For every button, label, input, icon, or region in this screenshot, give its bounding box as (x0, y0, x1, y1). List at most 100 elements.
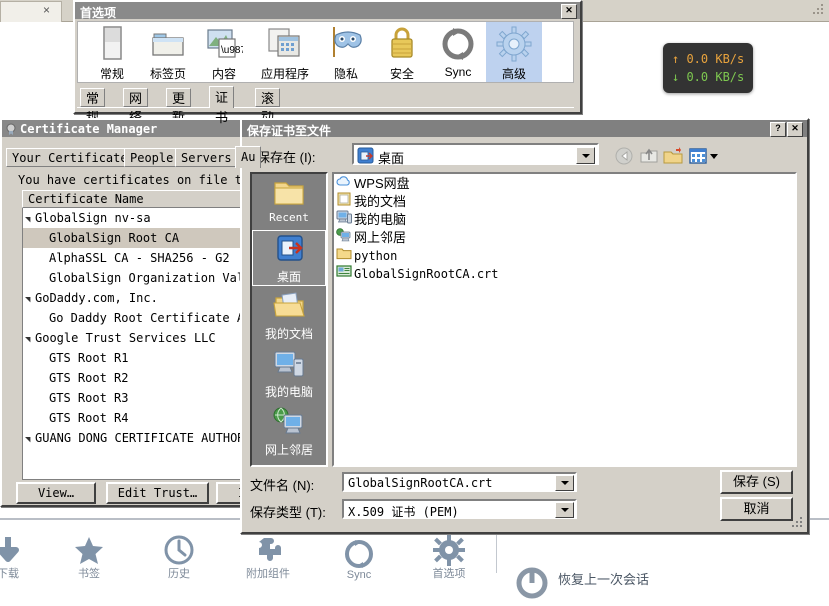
close-icon[interactable]: ✕ (787, 122, 803, 137)
home-item-addons[interactable]: 附加组件 (222, 533, 314, 581)
home-item-history[interactable]: 历史 (133, 533, 225, 581)
help-icon[interactable]: ? (770, 122, 786, 137)
home-item-sync[interactable]: Sync (313, 537, 405, 581)
prefs-item-content[interactable]: \u9875 内容 (196, 22, 252, 82)
prefs-item-advanced[interactable]: 高级 (486, 22, 542, 82)
row-label: AlphaSSL CA - SHA256 - G2 (49, 251, 230, 265)
chevron-down-icon[interactable] (576, 147, 595, 164)
list-item[interactable]: 网上邻居 (334, 228, 795, 246)
view-button[interactable]: View… (16, 482, 96, 504)
expand-triangle-icon[interactable]: ◥ (25, 290, 35, 310)
file-type-select[interactable]: X.509 证书 (PEM) (342, 499, 577, 519)
row-label: GlobalSign nv-sa (35, 211, 151, 225)
tab-network[interactable]: 网络 (123, 88, 149, 124)
place-my-documents[interactable]: 我的文档 (252, 288, 326, 344)
place-recent[interactable]: Recent (252, 174, 326, 230)
edit-trust-button[interactable]: Edit Trust… (106, 482, 209, 504)
tab-your-certificates[interactable]: Your Certificates (6, 148, 141, 167)
prefs-item-sync[interactable]: Sync (430, 22, 486, 82)
prefs-item-security[interactable]: 安全 (374, 22, 430, 82)
network-speed-widget[interactable]: ↑ 0.0 KB/s ↓ 0.0 KB/s (663, 43, 753, 93)
home-item-bookmarks[interactable]: 书签 (43, 533, 135, 581)
row-label: GTS Root R3 (49, 391, 129, 405)
table-row[interactable]: ◥ Google Trust Services LLC (23, 328, 249, 348)
tab-update[interactable]: 更新 (166, 88, 192, 124)
chevron-down-icon[interactable] (555, 475, 574, 491)
chevron-down-icon[interactable] (555, 502, 574, 518)
place-my-computer[interactable]: 我的电脑 (252, 346, 326, 402)
table-row[interactable]: GTS Root R4 (23, 408, 249, 428)
tab-certificates[interactable]: 证书 (209, 86, 235, 125)
prefs-item-tabs[interactable]: 标签页 (140, 22, 196, 82)
table-row[interactable]: GlobalSign Root CA (23, 228, 249, 248)
list-item[interactable]: WPS网盘 (334, 174, 795, 192)
expand-triangle-icon[interactable]: ◥ (25, 430, 35, 450)
list-item[interactable]: GlobalSignRootCA.crt (334, 264, 795, 282)
places-bar: Recent 桌面 我的文档 我的电脑 网上邻居 (250, 172, 328, 467)
tab-servers[interactable]: Servers (175, 148, 238, 167)
list-item[interactable]: python (334, 246, 795, 264)
expand-triangle-icon[interactable]: ◥ (25, 330, 35, 350)
desktop-icon (357, 147, 374, 167)
my-documents-icon (336, 192, 354, 211)
tab-general[interactable]: 常规 (80, 88, 106, 124)
sync-icon (430, 22, 486, 65)
look-in-combobox[interactable]: 桌面 (352, 143, 599, 167)
tab-authorities[interactable]: Au (235, 146, 262, 168)
home-item-preferences[interactable]: 首选项 (403, 533, 495, 581)
row-label: GUANG DONG CERTIFICATE AUTHORITY CO. (35, 431, 249, 445)
tab-label: 证书 (215, 90, 229, 125)
row-label: Google Trust Services LLC (35, 331, 216, 345)
save-button[interactable]: 保存 (S) (720, 470, 793, 494)
tab-scrolling[interactable]: 滚动 (255, 88, 281, 124)
table-row[interactable]: ◥ GlobalSign nv-sa (23, 208, 249, 228)
certificate-rows[interactable]: ◥ GlobalSign nv-sa GlobalSign Root CA Alp… (22, 208, 250, 480)
back-icon[interactable] (614, 146, 636, 166)
file-name-input[interactable]: GlobalSignRootCA.crt (342, 472, 577, 492)
clock-icon (133, 533, 225, 567)
cloud-icon (336, 174, 354, 193)
up-folder-icon[interactable] (638, 146, 660, 166)
table-row[interactable]: ◥GUANG DONG CERTIFICATE AUTHORITY CO. (23, 428, 249, 448)
close-icon[interactable]: × (40, 4, 53, 17)
cancel-button[interactable]: 取消 (720, 497, 793, 521)
tab-label: Au (241, 150, 256, 164)
certificate-manager-window: Certificate Manager Your Certificates Pe… (0, 118, 296, 507)
new-folder-icon[interactable] (662, 146, 684, 166)
certificate-file-icon (336, 264, 354, 283)
tabs-folder-icon (140, 22, 196, 65)
list-item[interactable]: 我的文档 (334, 192, 795, 210)
recent-folder-icon (252, 174, 326, 211)
table-row[interactable]: GTS Root R3 (23, 388, 249, 408)
place-label: 我的文档 (264, 327, 313, 341)
save-dialog-title: 保存证书至文件 (247, 124, 332, 138)
column-header-certificate-name[interactable]: Certificate Name (22, 190, 250, 208)
resize-grip-icon[interactable] (792, 517, 804, 529)
file-list[interactable]: WPS网盘 我的文档 我的电脑 网上邻居 python GlobalSignRo (332, 172, 797, 467)
table-row[interactable]: ◥ GoDaddy.com, Inc. (23, 288, 249, 308)
table-row[interactable]: GTS Root R2 (23, 368, 249, 388)
prefs-item-general[interactable]: 常规 (84, 22, 140, 82)
prefs-item-label: 安全 (389, 67, 414, 81)
prefs-item-privacy[interactable]: 隐私 (318, 22, 374, 82)
prefs-item-label: Sync (444, 65, 472, 79)
place-label: Recent (269, 211, 309, 224)
list-item-label: 我的电脑 (354, 211, 407, 227)
table-row[interactable]: AlphaSSL CA - SHA256 - G2 (23, 248, 249, 268)
prefs-item-applications[interactable]: 应用程序 (252, 22, 318, 82)
place-network-places[interactable]: 网上邻居 (252, 404, 326, 460)
table-row[interactable]: Go Daddy Root Certificate Authorit (23, 308, 249, 328)
prefs-item-label: 应用程序 (260, 67, 309, 81)
table-row[interactable]: GlobalSign Organization Validation (23, 268, 249, 288)
place-desktop[interactable]: 桌面 (252, 230, 326, 286)
views-icon[interactable] (688, 146, 722, 166)
close-icon[interactable]: ✕ (561, 4, 577, 19)
applications-icon (252, 22, 318, 65)
expand-triangle-icon[interactable]: ◥ (25, 210, 35, 230)
gear-icon (403, 533, 495, 567)
security-lock-icon (374, 22, 430, 65)
table-row[interactable]: GTS Root R1 (23, 348, 249, 368)
preferences-window: 首选项 ✕ 常规 标签页 \u9875 内容 应用程序 (73, 0, 582, 125)
list-item[interactable]: 我的电脑 (334, 210, 795, 228)
tab-people[interactable]: People (124, 148, 180, 167)
